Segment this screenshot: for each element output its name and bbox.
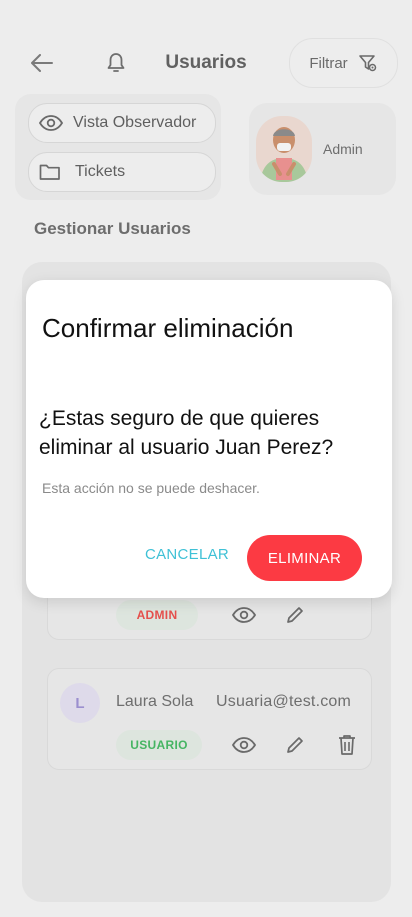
dialog-message: ¿Estas seguro de que quieres eliminar al… (39, 407, 334, 459)
avatar (256, 116, 312, 182)
user-email: Usuaria@test.com (216, 693, 352, 710)
observer-view-button[interactable]: Vista Observador (28, 103, 216, 143)
confirm-delete-dialog: Confirmar eliminación ¿Estas seguro de q… (26, 280, 392, 598)
tickets-button[interactable]: Tickets (28, 152, 216, 192)
role-label: ADMIN (136, 608, 178, 622)
avatar: L (60, 683, 100, 723)
cancel-button[interactable]: CANCELAR (142, 546, 232, 563)
bell-icon (107, 53, 125, 72)
trash-icon (339, 735, 355, 755)
dialog-title: Confirmar eliminación (42, 313, 294, 343)
eye-icon (232, 607, 256, 623)
profile-name: Admin (323, 141, 363, 157)
confirm-delete-label: ELIMINAR (267, 549, 342, 567)
tickets-label: Tickets (75, 163, 126, 180)
pencil-icon (287, 607, 303, 623)
role-label: USUARIO (130, 738, 188, 752)
back-button[interactable] (26, 48, 58, 78)
observer-view-label: Vista Observador (73, 114, 197, 131)
filter-settings-icon (358, 55, 376, 72)
edit-user-button[interactable] (280, 600, 310, 630)
dialog-note: Esta acción no se puede deshacer. (42, 480, 260, 496)
user-card: L Laura Sola Usuaria@test.com USUARIO (47, 668, 372, 770)
delete-user-button[interactable] (332, 730, 362, 760)
arrow-left-icon (31, 54, 53, 72)
pencil-icon (287, 737, 303, 753)
user-name: Laura Sola (116, 693, 194, 710)
edit-user-button[interactable] (280, 730, 310, 760)
page-title: Usuarios (165, 52, 247, 73)
eye-icon (39, 115, 63, 131)
confirm-delete-button[interactable]: ELIMINAR (247, 535, 362, 581)
view-user-button[interactable] (229, 730, 259, 760)
folder-icon (39, 164, 60, 180)
filter-label: Filtrar (309, 54, 348, 72)
view-options-card: Vista Observador Tickets (15, 94, 221, 200)
role-badge: USUARIO (116, 730, 202, 760)
eye-icon (232, 737, 256, 753)
profile-card[interactable]: Admin (249, 103, 396, 195)
filter-button[interactable]: Filtrar (289, 38, 398, 88)
view-user-button[interactable] (229, 600, 259, 630)
section-title: Gestionar Usuarios (34, 219, 191, 238)
role-badge: ADMIN (116, 600, 198, 630)
notifications-button[interactable] (100, 48, 132, 78)
